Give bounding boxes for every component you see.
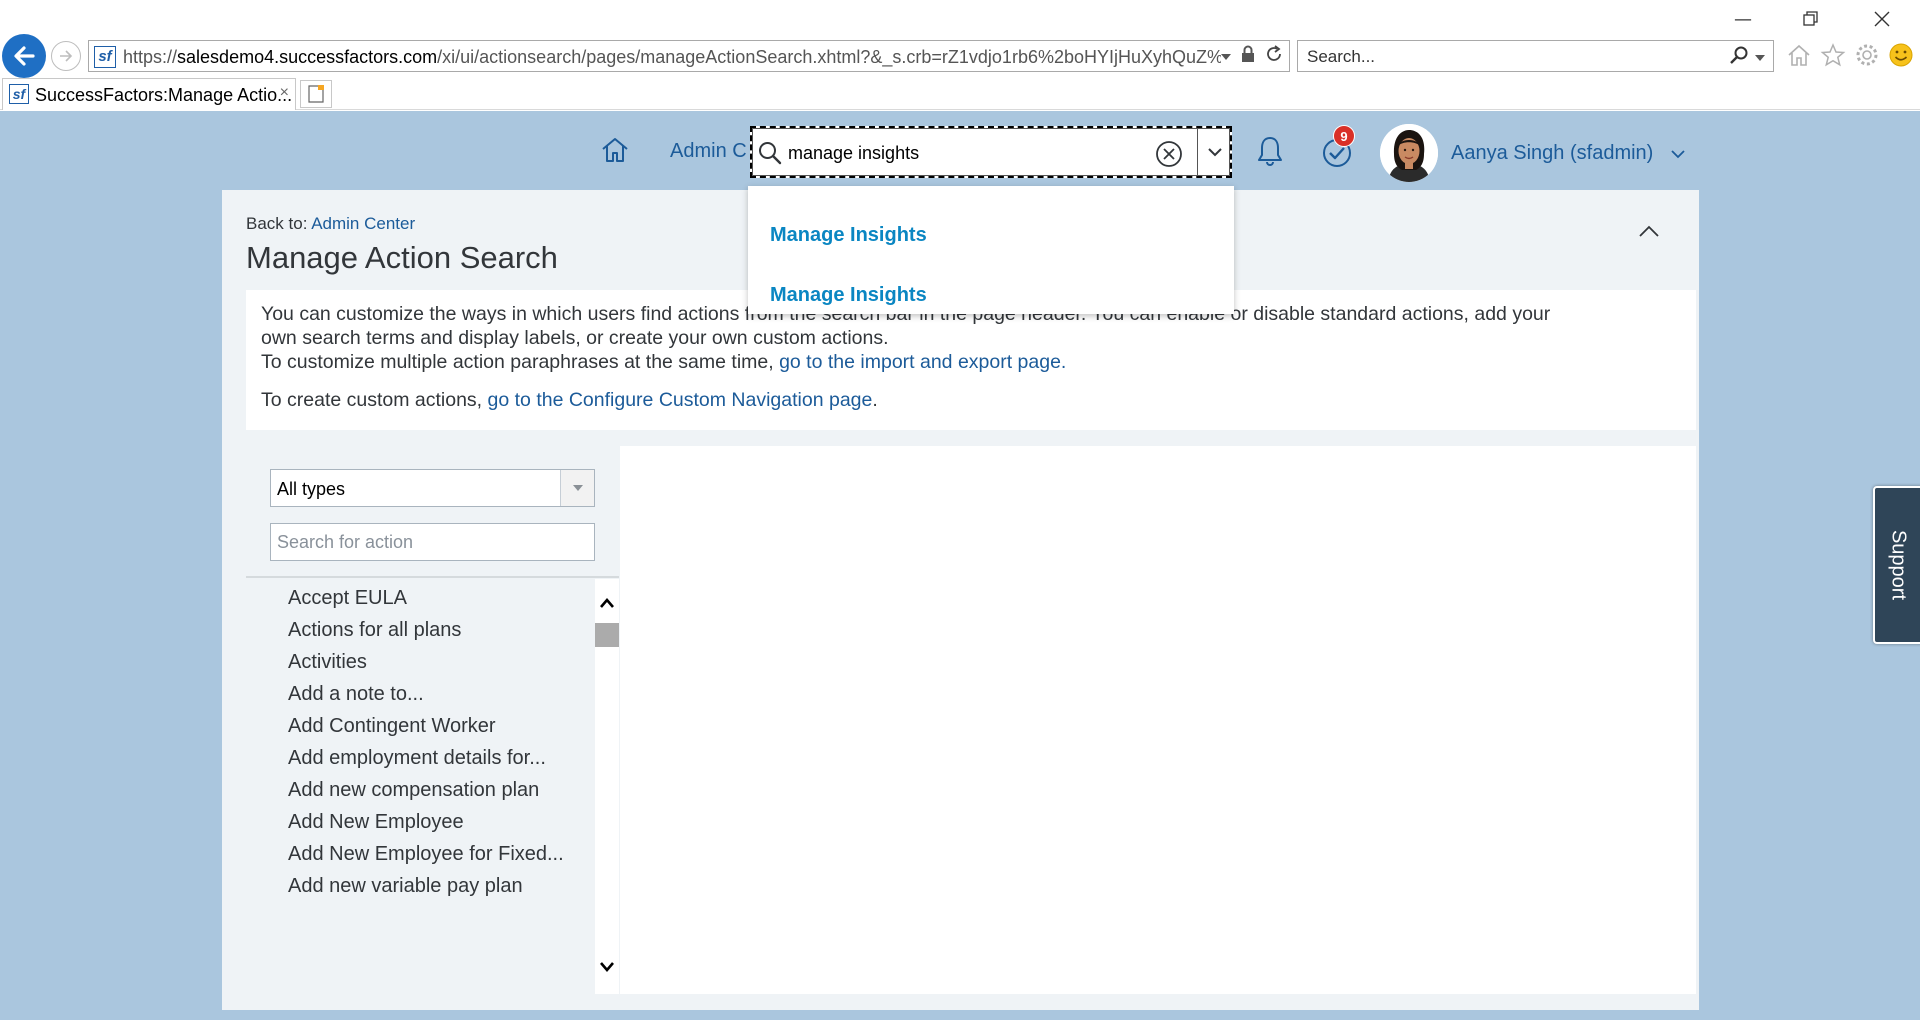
favorites-star-icon[interactable] [1820, 42, 1846, 73]
action-type-select[interactable]: All types [270, 469, 595, 507]
scroll-thumb[interactable] [595, 623, 619, 647]
custom-navigation-link[interactable]: go to the Configure Custom Navigation pa… [488, 389, 873, 411]
support-label: Support [1887, 529, 1910, 601]
tab-title: SuccessFactors:Manage Actio... [35, 85, 293, 105]
home-icon[interactable] [600, 135, 630, 165]
chevron-down-icon[interactable] [1670, 147, 1686, 159]
search-icon[interactable] [1729, 45, 1749, 70]
refresh-icon[interactable] [1265, 45, 1283, 68]
new-tab-icon [308, 85, 324, 103]
chevron-down-icon [1207, 148, 1222, 157]
action-list-scrollbar[interactable] [595, 579, 619, 994]
suggestion-item[interactable]: Manage Insights [770, 284, 927, 307]
list-item[interactable]: Add new variable pay plan [288, 875, 523, 898]
list-item[interactable]: Add new compensation plan [288, 779, 539, 802]
user-name-menu[interactable]: Aanya Singh (sfadmin) [1451, 142, 1653, 165]
browser-back-button[interactable] [2, 34, 46, 78]
search-icon [757, 140, 783, 166]
new-tab-button[interactable] [300, 80, 332, 108]
app-area: Admin C 9 [0, 111, 1920, 1020]
browser-tab-active[interactable]: sf SuccessFactors:Manage Actio... × [2, 78, 296, 110]
global-action-search[interactable] [750, 126, 1232, 178]
admin-center-link[interactable]: Admin C [670, 140, 747, 163]
support-tab[interactable]: Support [1873, 486, 1920, 644]
collapse-header-button[interactable] [1636, 222, 1662, 242]
tab-bar: sf SuccessFactors:Manage Actio... × [0, 78, 1920, 110]
shell-bar: Admin C 9 [0, 111, 1920, 189]
settings-gear-icon[interactable] [1854, 42, 1880, 73]
action-list: Accept EULA Actions for all plans Activi… [246, 579, 595, 994]
action-type-value: All types [277, 479, 346, 499]
back-arrow-icon [14, 46, 35, 66]
action-list-panel: All types Accept EULA Actions for all pl… [246, 446, 619, 994]
minimize-icon[interactable]: — [1733, 10, 1753, 30]
list-item[interactable]: Add Contingent Worker [288, 715, 496, 738]
browser-forward-button[interactable] [51, 41, 81, 71]
search-suggestions-dropdown: Manage Insights Manage Insights [748, 186, 1234, 314]
breadcrumb: Back to: Admin Center [246, 214, 415, 234]
scroll-down-icon[interactable] [595, 957, 619, 977]
back-prefix: Back to: [246, 214, 312, 233]
restore-icon[interactable] [1801, 10, 1821, 30]
action-detail-panel [620, 446, 1696, 994]
search-dropdown-icon[interactable] [1755, 49, 1765, 67]
select-dropdown-icon[interactable] [560, 470, 594, 506]
search-dropdown-button[interactable] [1197, 128, 1231, 176]
lock-icon[interactable] [1241, 45, 1255, 68]
info-text: To customize multiple action paraphrases… [261, 351, 1067, 373]
list-item[interactable]: Actions for all plans [288, 619, 461, 642]
list-item[interactable]: Add New Employee [288, 811, 464, 834]
import-export-link[interactable]: go to the import and export page. [779, 351, 1066, 373]
suggestion-item[interactable]: Manage Insights [770, 224, 927, 247]
site-favicon: sf [94, 46, 116, 68]
notification-bell-icon[interactable] [1255, 135, 1285, 167]
chevron-up-icon [1639, 225, 1659, 237]
info-text: own search terms and display labels, or … [261, 327, 889, 349]
global-search-input[interactable] [788, 140, 1128, 166]
tab-close-icon[interactable]: × [280, 84, 289, 102]
clear-search-icon[interactable] [1155, 140, 1183, 168]
page-title: Manage Action Search [246, 240, 558, 275]
feedback-smiley-icon[interactable] [1888, 42, 1914, 73]
browser-search-box[interactable]: Search... [1297, 40, 1774, 72]
list-item[interactable]: Activities [288, 651, 367, 674]
close-window-icon[interactable] [1872, 10, 1892, 30]
list-item[interactable]: Add a note to... [288, 683, 424, 706]
scroll-up-icon[interactable] [595, 593, 619, 613]
address-bar[interactable]: sf https://salesdemo4.successfactors.com… [88, 40, 1290, 72]
browser-chrome: — sf https://salesdemo4.successfactors.c… [0, 0, 1920, 110]
info-text: To create custom actions, go to the Conf… [261, 389, 878, 411]
notification-count-badge: 9 [1333, 125, 1355, 147]
tab-favicon: sf [9, 84, 29, 104]
list-item[interactable]: Add employment details for... [288, 747, 546, 770]
admin-center-back-link[interactable]: Admin Center [311, 214, 415, 233]
list-item[interactable]: Accept EULA [288, 587, 407, 610]
list-item[interactable]: Add New Employee for Fixed... [288, 843, 564, 866]
forward-arrow-icon [60, 50, 73, 62]
home-browser-icon[interactable] [1786, 42, 1812, 73]
url-dropdown-icon[interactable] [1221, 48, 1231, 66]
user-avatar[interactable] [1380, 124, 1438, 182]
url-text[interactable]: https://salesdemo4.successfactors.com/xi… [123, 47, 1303, 68]
action-search-input[interactable] [270, 523, 595, 561]
browser-search-placeholder: Search... [1307, 47, 1376, 66]
divider [246, 576, 619, 578]
